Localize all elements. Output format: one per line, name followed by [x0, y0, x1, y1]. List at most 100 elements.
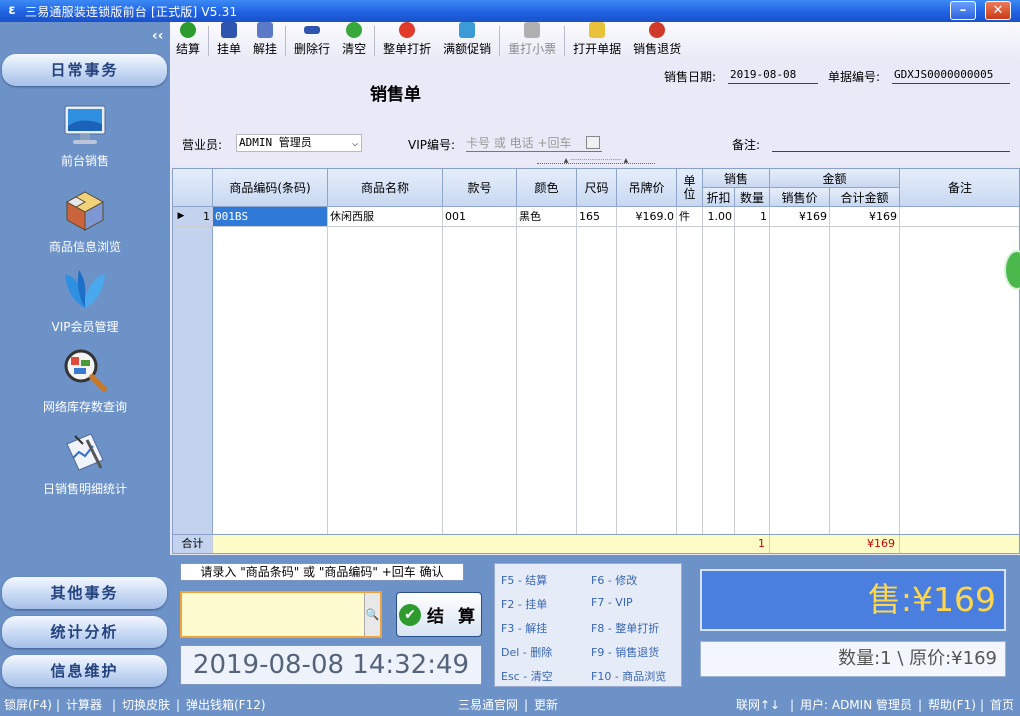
settle-button[interactable]: ✔ 结 算 [396, 592, 482, 637]
calculator-link[interactable]: 计算器 [66, 694, 102, 716]
help-link[interactable]: 帮助(F1) [928, 694, 976, 716]
refresh-icon [346, 22, 363, 38]
clear-button[interactable]: 清空 [336, 22, 372, 60]
row-number: 1 [189, 207, 213, 227]
col-header-color[interactable]: 颜色 [517, 169, 577, 207]
cell-size[interactable]: 165 [577, 207, 617, 227]
scan-hint: 请录入 "商品条码" 或 "商品编码" +回车 确认 [180, 563, 464, 581]
main-panel: 结算 挂单 解挂 删除行 清空 整单打折 满额促销 重打小票 打开单据 销售退货… [170, 22, 1020, 694]
section-daily-affairs[interactable]: 日常事务 [2, 54, 167, 86]
sales-return-button[interactable]: 销售退货 [627, 22, 687, 60]
shortcut-item: F5 - 结算 [501, 574, 548, 587]
cell-total[interactable]: ¥169 [830, 207, 900, 227]
hold-order-button[interactable]: 挂单 [211, 22, 247, 60]
section-other-affairs[interactable]: 其他事务 [2, 577, 167, 609]
col-header-total[interactable]: 合计金额 [830, 188, 900, 207]
nav-item-vip-management[interactable]: VIP会员管理 [0, 268, 170, 335]
magnifier-map-icon [64, 349, 107, 392]
sidebar: ‹‹ 日常事务 前台销售 商品信息浏览 VIP会员管理 网络库存数查询 日销售明… [0, 22, 170, 694]
shortcut-item: F10 - 商品浏览 [591, 670, 667, 683]
butterfly-icon [65, 270, 105, 308]
clerk-select[interactable]: ADMIN 管理员 ⌵ [236, 134, 362, 152]
cell-unit[interactable]: 件 [677, 207, 703, 227]
vip-input[interactable]: 卡号 或 电话 +回车 [466, 134, 602, 152]
status-separator: | [918, 698, 923, 712]
cell-color[interactable]: 黑色 [517, 207, 577, 227]
cell-style[interactable]: 001 [443, 207, 517, 227]
cell-sale-price[interactable]: ¥169 [770, 207, 830, 227]
cell-name[interactable]: 休闲西服 [328, 207, 443, 227]
shortcut-item: Del - 删除 [501, 646, 553, 659]
col-header-discount[interactable]: 折扣 [703, 188, 735, 207]
col-header-size[interactable]: 尺码 [577, 169, 617, 207]
sale-date-field[interactable]: 2019-08-08 [728, 66, 818, 84]
col-header-remark[interactable]: 备注 [900, 169, 1019, 207]
status-bar: 锁屏(F4) | 计算器 | 切换皮肤 | 弹出钱箱(F12) 三易通官网 | … [0, 694, 1020, 716]
panel-splitter-handle[interactable]: ▲ ··························· ▲ [537, 158, 655, 164]
sale-date-label: 销售日期: [664, 70, 717, 84]
doc-number-field[interactable]: GDXJS0000000005 [892, 66, 1010, 84]
col-header-style[interactable]: 款号 [443, 169, 517, 207]
delete-row-button[interactable]: 删除行 [288, 22, 336, 60]
minimize-button[interactable]: – [950, 1, 976, 20]
doc-number-label: 单据编号: [828, 70, 881, 84]
nav-item-network-stock[interactable]: 网络库存数查询 [0, 348, 170, 415]
current-row-marker: ▶ [173, 207, 189, 227]
nav-item-front-sales[interactable]: 前台销售 [0, 102, 170, 169]
shortcut-panel: F5 - 结算 F6 - 修改 F2 - 挂单 F7 - VIP F3 - 解挂… [494, 563, 682, 687]
app-icon: ε [8, 3, 16, 18]
release-order-button[interactable]: 解挂 [247, 22, 283, 60]
col-header-code[interactable]: 商品编码(条码) [213, 169, 328, 207]
shortcut-item: F7 - VIP [591, 596, 633, 609]
open-document-button[interactable]: 打开单据 [567, 22, 627, 60]
card-picker-icon[interactable] [586, 136, 600, 149]
remark-field[interactable] [772, 134, 1010, 152]
col-header-tag-price[interactable]: 吊牌价 [617, 169, 677, 207]
grid-column-divider [830, 227, 900, 553]
home-link[interactable]: 首页 [990, 694, 1014, 716]
cell-qty[interactable]: 1 [735, 207, 770, 227]
lock-screen-link[interactable]: 锁屏(F4) [4, 694, 52, 716]
promotion-button[interactable]: 满额促销 [437, 22, 497, 60]
close-button[interactable]: ✕ [985, 1, 1011, 20]
grid-corner [173, 169, 213, 207]
grid-column-divider [213, 227, 328, 553]
cell-code[interactable]: 001BS [213, 207, 328, 227]
nav-item-product-browse[interactable]: 商品信息浏览 [0, 188, 170, 255]
chevron-down-icon[interactable]: ⌵ [352, 136, 358, 152]
nav-item-label: 日销售明细统计 [42, 482, 127, 496]
clerk-label: 营业员: [182, 138, 223, 152]
section-statistics[interactable]: 统计分析 [2, 616, 167, 648]
col-header-qty[interactable]: 数量 [735, 188, 770, 207]
collapse-sidebar-button[interactable]: ‹‹ [152, 28, 164, 44]
grid-column-divider [328, 227, 443, 553]
check-icon: ✔ [399, 603, 422, 626]
search-icon[interactable]: 🔍 [364, 593, 380, 636]
monitor-icon [64, 105, 106, 144]
summary-total: ¥169 [830, 535, 900, 553]
open-cash-drawer-link[interactable]: 弹出钱箱(F12) [186, 694, 266, 716]
col-header-unit[interactable]: 单位 [677, 169, 703, 207]
delete-row-icon [304, 26, 321, 34]
col-header-sale-group: 销售 [703, 169, 770, 188]
reprint-receipt-button[interactable]: 重打小票 [502, 22, 562, 60]
cell-discount[interactable]: 1.00 [703, 207, 735, 227]
order-discount-button[interactable]: 整单打折 [377, 22, 437, 60]
nav-item-label: 前台销售 [60, 154, 109, 168]
quantity-original-price-display: 数量:1 \ 原价:¥169 [700, 641, 1006, 677]
update-link[interactable]: 更新 [534, 694, 558, 716]
website-link[interactable]: 三易通官网 [458, 694, 518, 716]
cell-tag-price[interactable]: ¥169.0 [617, 207, 677, 227]
nav-item-daily-sales-stats[interactable]: 日销售明细统计 [0, 430, 170, 497]
grid-column-divider [577, 227, 617, 553]
folder-icon [589, 22, 606, 38]
col-header-name[interactable]: 商品名称 [328, 169, 443, 207]
switch-skin-link[interactable]: 切换皮肤 [122, 694, 170, 716]
grid-column-divider [770, 227, 830, 553]
clerk-value: ADMIN 管理员 [239, 136, 312, 149]
col-header-sale-price[interactable]: 销售价 [770, 188, 830, 207]
section-info-maintenance[interactable]: 信息维护 [2, 655, 167, 687]
settle-tool-button[interactable]: 结算 [170, 22, 206, 60]
cell-remark[interactable] [900, 207, 1019, 227]
barcode-input[interactable]: 🔍 [180, 591, 382, 638]
